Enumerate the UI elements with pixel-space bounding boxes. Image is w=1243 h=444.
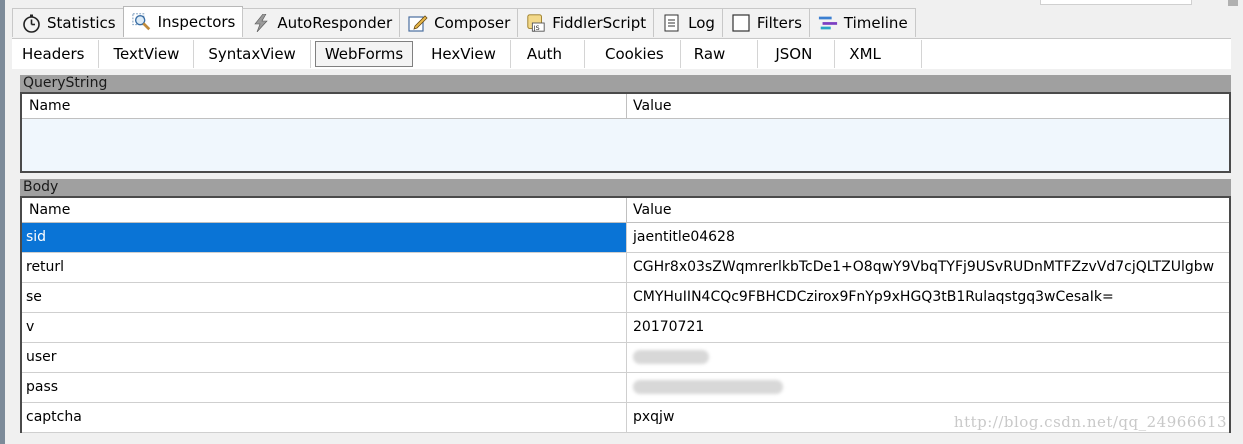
tab-autoresponder-label: AutoResponder <box>277 14 393 32</box>
querystring-header: QueryString <box>20 75 1231 92</box>
subtab-headers[interactable]: Headers <box>12 40 100 68</box>
svg-text:JS: JS <box>533 25 540 32</box>
tab-filters-label: Filters <box>756 14 802 32</box>
subtab-cookies[interactable]: Cookies <box>585 40 681 68</box>
querystring-grid-header: Name Value <box>22 94 1229 119</box>
subtab-raw[interactable]: Raw <box>681 40 759 68</box>
body-header: Body <box>20 179 1231 196</box>
row-value-cell[interactable] <box>627 373 1229 402</box>
row-name-cell[interactable]: v <box>22 313 627 342</box>
table-row[interactable]: v 20170721 <box>22 313 1229 343</box>
row-name-cell[interactable]: returl <box>22 253 627 282</box>
tab-log-label: Log <box>688 14 715 32</box>
table-row[interactable]: pass <box>22 373 1229 403</box>
querystring-empty-body <box>22 119 1229 171</box>
row-value-cell[interactable]: jaentitle04628 <box>627 223 1229 252</box>
querystring-col-value[interactable]: Value <box>627 94 1229 118</box>
body-col-name[interactable]: Name <box>22 198 627 222</box>
main-tab-strip: Statistics Inspectors AutoResponder Comp… <box>12 6 916 38</box>
checkbox-icon <box>731 13 751 33</box>
querystring-col-name[interactable]: Name <box>22 94 627 118</box>
tab-filters[interactable]: Filters <box>721 8 810 37</box>
tab-autoresponder[interactable]: AutoResponder <box>242 8 401 37</box>
row-value-cell[interactable] <box>627 343 1229 372</box>
redacted-value <box>633 380 783 394</box>
timeline-icon <box>818 13 838 33</box>
subtab-xml[interactable]: XML <box>835 40 922 68</box>
body-grid[interactable]: Name Value sid jaentitle04628 returl CGH… <box>20 196 1231 433</box>
row-name-cell[interactable]: se <box>22 283 627 312</box>
tab-statistics-label: Statistics <box>47 14 116 32</box>
tab-statistics[interactable]: Statistics <box>12 8 124 37</box>
subtab-syntaxview[interactable]: SyntaxView <box>194 40 311 68</box>
body-section: Body Name Value sid jaentitle04628 retur… <box>20 179 1231 433</box>
watermark-text: http://blog.csdn.net/qq_24966613 <box>953 413 1227 431</box>
log-icon <box>662 13 682 33</box>
tab-composer-label: Composer <box>434 14 511 32</box>
table-row[interactable]: user <box>22 343 1229 373</box>
row-value-cell[interactable]: CGHr8x03sZWqmrerlkbTcDe1+O8qwY9VbqTYFj9U… <box>627 253 1229 282</box>
querystring-grid[interactable]: Name Value <box>20 92 1231 173</box>
subtab-textview[interactable]: TextView <box>99 40 195 68</box>
stopwatch-icon <box>21 13 41 33</box>
tab-timeline-label: Timeline <box>843 14 908 32</box>
magnifier-icon <box>132 12 152 32</box>
table-row[interactable]: returl CGHr8x03sZWqmrerlkbTcDe1+O8qwY9Vb… <box>22 253 1229 283</box>
subtab-webforms[interactable]: WebForms <box>314 41 414 67</box>
body-grid-header: Name Value <box>22 198 1229 223</box>
inspector-subtab-strip: Headers TextView SyntaxView WebForms Hex… <box>12 38 1231 69</box>
window-left-edge <box>0 0 5 444</box>
tab-inspectors[interactable]: Inspectors <box>122 6 244 37</box>
lightning-icon <box>251 13 271 33</box>
row-value-cell[interactable]: 20170721 <box>627 313 1229 342</box>
tab-fiddlerscript-label: FiddlerScript <box>552 14 647 32</box>
subtab-auth[interactable]: Auth <box>511 40 586 68</box>
row-value-cell[interactable]: CMYHuIIN4CQc9FBHCDCzirox9FnYp9xHGQ3tB1Ru… <box>627 283 1229 312</box>
table-row[interactable]: se CMYHuIIN4CQc9FBHCDCzirox9FnYp9xHGQ3tB… <box>22 283 1229 313</box>
row-name-cell[interactable]: sid <box>22 223 627 252</box>
tab-fiddlerscript[interactable]: JS FiddlerScript <box>517 8 655 37</box>
subtab-json[interactable]: JSON <box>758 40 836 68</box>
tab-composer[interactable]: Composer <box>399 8 519 37</box>
tab-log[interactable]: Log <box>653 8 723 37</box>
table-row[interactable]: sid jaentitle04628 <box>22 223 1229 253</box>
subtab-hexview[interactable]: HexView <box>417 40 511 68</box>
row-name-cell[interactable]: captcha <box>22 403 627 432</box>
script-js-icon: JS <box>526 13 546 33</box>
row-name-cell[interactable]: user <box>22 343 627 372</box>
querystring-section: QueryString Name Value <box>20 75 1231 173</box>
redacted-value <box>633 350 709 364</box>
tab-inspectors-label: Inspectors <box>157 13 236 31</box>
body-col-value[interactable]: Value <box>627 198 1229 222</box>
pencil-icon <box>408 13 428 33</box>
tab-timeline[interactable]: Timeline <box>808 8 916 37</box>
quickexec-box[interactable] <box>1040 0 1192 5</box>
scrollbar-thumb[interactable] <box>1228 0 1238 6</box>
row-name-cell[interactable]: pass <box>22 373 627 402</box>
